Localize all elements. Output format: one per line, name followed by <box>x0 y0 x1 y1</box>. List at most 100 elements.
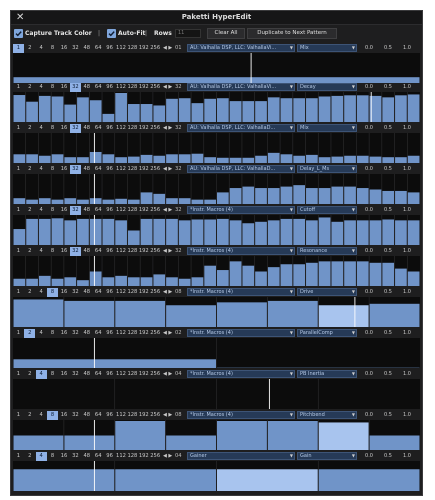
set-value-button[interactable]: 1.0 <box>399 411 415 420</box>
step-bar[interactable] <box>293 98 306 122</box>
set-value-button[interactable]: 0.5 <box>380 83 396 92</box>
step-bar[interactable] <box>344 261 356 286</box>
set-value-button[interactable]: 0.5 <box>380 370 396 379</box>
step-bar[interactable] <box>51 218 64 245</box>
set-value-button[interactable]: 1.0 <box>399 165 415 174</box>
step-button-1[interactable]: 1 <box>13 370 24 379</box>
step-bar[interactable] <box>115 300 166 327</box>
step-button-64[interactable]: 64 <box>93 247 104 256</box>
set-value-button[interactable]: 1.0 <box>399 370 415 379</box>
step-button-48[interactable]: 48 <box>81 124 92 133</box>
step-button-48[interactable]: 48 <box>81 44 92 53</box>
step-button-128[interactable]: 128 <box>127 247 138 256</box>
step-button-128[interactable]: 128 <box>127 329 138 338</box>
parameter-dropdown[interactable]: Decay ▼ <box>297 83 357 91</box>
step-bar[interactable] <box>395 268 407 286</box>
step-bar[interactable] <box>102 277 115 286</box>
step-bar[interactable] <box>306 98 318 122</box>
device-dropdown[interactable]: *Instr. Macros (4) ▼ <box>187 288 295 296</box>
prev-next-arrows[interactable]: ◀ ▶ <box>163 329 172 338</box>
step-bar[interactable] <box>407 94 420 122</box>
step-bar[interactable] <box>331 95 344 122</box>
prev-next-arrows[interactable]: ◀ ▶ <box>163 206 172 215</box>
step-bar[interactable] <box>356 188 369 204</box>
step-bar[interactable] <box>267 152 280 163</box>
auto-fit-checkbox[interactable] <box>107 29 116 38</box>
step-bar[interactable] <box>217 421 267 450</box>
step-bar[interactable] <box>331 261 344 286</box>
step-bar[interactable] <box>102 154 115 163</box>
step-button-192[interactable]: 192 <box>138 247 149 256</box>
step-count-field[interactable]: 32 <box>175 165 182 174</box>
step-button-2[interactable]: 2 <box>24 288 35 297</box>
step-bar[interactable] <box>229 157 242 163</box>
step-bar[interactable] <box>64 157 77 163</box>
step-button-256[interactable]: 256 <box>150 288 161 297</box>
step-count-field[interactable]: 32 <box>175 83 182 92</box>
step-bar[interactable] <box>77 199 89 204</box>
device-dropdown[interactable]: AU: Valhalla DSP, LLC: ValhallaVi... ▼ <box>187 83 295 91</box>
step-button-64[interactable]: 64 <box>93 83 104 92</box>
step-button-8[interactable]: 8 <box>47 165 58 174</box>
step-button-112[interactable]: 112 <box>116 247 127 256</box>
step-button-1[interactable]: 1 <box>13 165 24 174</box>
step-bar[interactable] <box>267 421 318 450</box>
step-bar[interactable] <box>356 261 369 286</box>
step-bar[interactable] <box>127 104 140 122</box>
set-value-button[interactable]: 0.0 <box>361 247 377 256</box>
step-count-field[interactable]: 32 <box>175 124 182 133</box>
set-value-button[interactable]: 0.0 <box>361 370 377 379</box>
parameter-dropdown[interactable]: Mix ▼ <box>297 44 357 52</box>
step-button-1[interactable]: 1 <box>13 247 24 256</box>
step-bar[interactable] <box>153 218 166 245</box>
step-button-32[interactable]: 32 <box>70 124 81 133</box>
step-button-2[interactable]: 2 <box>24 83 35 92</box>
step-count-field[interactable]: 04 <box>175 452 182 461</box>
step-bar[interactable] <box>204 157 216 163</box>
device-dropdown[interactable]: Gainer ▼ <box>187 452 295 460</box>
step-bar[interactable] <box>127 156 140 163</box>
step-bar[interactable] <box>407 271 420 287</box>
step-button-112[interactable]: 112 <box>116 370 127 379</box>
step-bar[interactable] <box>26 278 38 286</box>
step-button-8[interactable]: 8 <box>47 452 58 461</box>
step-bar[interactable] <box>115 157 127 163</box>
step-button-2[interactable]: 2 <box>24 370 35 379</box>
set-value-button[interactable]: 0.0 <box>361 44 377 53</box>
step-bar[interactable] <box>166 435 217 451</box>
step-button-96[interactable]: 96 <box>104 288 115 297</box>
step-bar[interactable] <box>166 198 178 204</box>
set-value-button[interactable]: 0.0 <box>361 288 377 297</box>
parameter-dropdown[interactable]: Cutoff ▼ <box>297 206 357 214</box>
step-bar[interactable] <box>166 218 178 245</box>
step-button-1[interactable]: 1 <box>13 124 24 133</box>
step-bar[interactable] <box>306 154 318 163</box>
step-button-48[interactable]: 48 <box>81 247 92 256</box>
step-button-96[interactable]: 96 <box>104 411 115 420</box>
step-button-112[interactable]: 112 <box>116 206 127 215</box>
step-button-16[interactable]: 16 <box>59 124 70 133</box>
set-value-button[interactable]: 0.0 <box>361 452 377 461</box>
step-bar[interactable] <box>242 265 255 286</box>
step-button-48[interactable]: 48 <box>81 370 92 379</box>
prev-next-arrows[interactable]: ◀ ▶ <box>163 165 172 174</box>
step-button-64[interactable]: 64 <box>93 329 104 338</box>
step-button-4[interactable]: 4 <box>36 329 47 338</box>
prev-next-arrows[interactable]: ◀ ▶ <box>163 411 172 420</box>
step-bar[interactable] <box>369 262 382 286</box>
step-bar[interactable] <box>64 104 77 122</box>
step-bar[interactable] <box>13 359 217 368</box>
step-bar[interactable] <box>64 277 77 286</box>
step-bar[interactable] <box>293 264 306 286</box>
step-button-112[interactable]: 112 <box>116 452 127 461</box>
parameter-dropdown[interactable]: Resonance ▼ <box>297 247 357 255</box>
device-dropdown[interactable]: AU: Valhalla DSP, LLC: ValhallaD... ▼ <box>187 124 295 132</box>
step-button-32[interactable]: 32 <box>70 452 81 461</box>
step-bar[interactable] <box>51 199 64 204</box>
step-bar[interactable] <box>115 469 216 491</box>
step-bar[interactable] <box>13 95 26 122</box>
step-bar[interactable] <box>407 220 420 245</box>
step-button-96[interactable]: 96 <box>104 124 115 133</box>
step-bar[interactable] <box>127 199 140 204</box>
step-bar[interactable] <box>382 97 395 122</box>
